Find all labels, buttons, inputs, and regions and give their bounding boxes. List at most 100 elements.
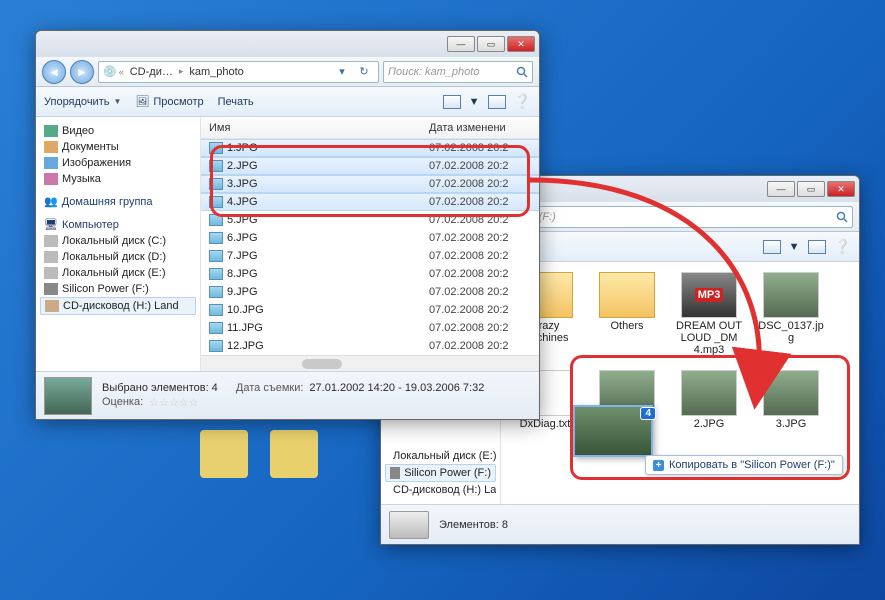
file-date: 07.02.2008 20:2 bbox=[429, 268, 539, 280]
scrollbar-horizontal[interactable] bbox=[201, 355, 539, 371]
organize-button[interactable]: Упорядочить▼ bbox=[44, 96, 121, 108]
file-row[interactable]: 8.JPG07.02.2008 20:2 bbox=[201, 265, 539, 283]
file-row[interactable]: 5.JPG07.02.2008 20:2 bbox=[201, 211, 539, 229]
dropdown-icon[interactable]: ▾ bbox=[332, 62, 352, 82]
breadcrumb-item[interactable]: kam_photo bbox=[185, 66, 247, 78]
maximize-button[interactable]: ▭ bbox=[477, 36, 505, 52]
file-row[interactable]: 10.JPG07.02.2008 20:2 bbox=[201, 301, 539, 319]
close-button[interactable]: ✕ bbox=[827, 181, 855, 197]
file-date: 07.02.2008 20:2 bbox=[429, 142, 539, 154]
search-input[interactable]: Поиск: kam_photo bbox=[383, 61, 533, 83]
image-icon bbox=[209, 142, 223, 154]
file-row[interactable]: 3.JPG07.02.2008 20:2 bbox=[201, 175, 539, 193]
status-bar: Выбрано элементов: 4 Дата съемки: 27.01.… bbox=[36, 371, 539, 419]
file-item[interactable]: MP3DREAM OUT LOUD _DM 4.mp3 bbox=[675, 272, 743, 356]
help-icon[interactable]: ❔ bbox=[514, 93, 531, 110]
file-name: 4.JPG bbox=[227, 196, 258, 208]
column-headers[interactable]: Имя Дата изменени bbox=[201, 117, 539, 139]
preview-pane-button[interactable] bbox=[488, 95, 506, 109]
sidebar-item-drive-e[interactable]: Локальный диск (E:) bbox=[40, 265, 196, 281]
disc-icon: 💿 bbox=[103, 65, 117, 78]
maximize-button[interactable]: ▭ bbox=[797, 181, 825, 197]
file-date: 07.02.2008 20:2 bbox=[429, 196, 539, 208]
sidebar-item-docs[interactable]: Документы bbox=[40, 139, 196, 155]
minimize-button[interactable]: — bbox=[447, 36, 475, 52]
scroll-thumb[interactable] bbox=[302, 359, 342, 369]
sidebar-item-drive-d[interactable]: Локальный диск (D:) bbox=[40, 249, 196, 265]
print-button[interactable]: Печать bbox=[218, 96, 254, 108]
column-name[interactable]: Имя bbox=[201, 122, 429, 134]
file-thumbnail: MP3 bbox=[681, 272, 737, 318]
file-row[interactable]: 4.JPG 07.02.2008 20:2 bbox=[201, 193, 539, 211]
file-name: Others bbox=[610, 320, 643, 332]
file-row[interactable]: 12.JPG07.02.2008 20:2 bbox=[201, 337, 539, 355]
desktop-icon[interactable] bbox=[270, 430, 318, 478]
file-date: 07.02.2008 20:2 bbox=[429, 286, 539, 298]
minimize-button[interactable]: — bbox=[767, 181, 795, 197]
sidebar-item-usb[interactable]: Silicon Power (F:) bbox=[385, 464, 496, 482]
sidebar-item-video[interactable]: Видео bbox=[40, 123, 196, 139]
file-name: 12.JPG bbox=[227, 340, 264, 352]
sidebar-item-music[interactable]: Музыка bbox=[40, 171, 196, 187]
navigation-pane[interactable]: Видео Документы Изображения Музыка 👥Дома… bbox=[36, 117, 201, 371]
file-item[interactable]: 3.JPG bbox=[757, 370, 825, 430]
image-icon bbox=[209, 178, 223, 190]
file-date: 07.02.2008 20:2 bbox=[429, 322, 539, 334]
help-icon[interactable]: ❔ bbox=[834, 238, 851, 255]
preview-icon: 🖼 bbox=[135, 95, 149, 108]
sidebar-item-usb[interactable]: Silicon Power (F:) bbox=[40, 281, 196, 297]
file-name: 9.JPG bbox=[227, 286, 258, 298]
sidebar-item-cd[interactable]: CD-дисковод (H:) Land bbox=[385, 482, 496, 498]
sidebar-group-computer[interactable]: 🖥Компьютер bbox=[40, 216, 196, 233]
file-item[interactable]: Others bbox=[593, 272, 661, 356]
breadcrumb[interactable]: 💿 « CD-ди… ▸ kam_photo ▾ ↻ bbox=[98, 61, 379, 83]
image-icon bbox=[209, 250, 223, 262]
file-thumbnail bbox=[763, 272, 819, 318]
column-date[interactable]: Дата изменени bbox=[429, 122, 539, 134]
view-button[interactable] bbox=[763, 240, 781, 254]
file-row[interactable]: 11.JPG07.02.2008 20:2 bbox=[201, 319, 539, 337]
titlebar[interactable]: — ▭ ✕ bbox=[36, 31, 539, 57]
file-thumbnail bbox=[599, 272, 655, 318]
file-item[interactable]: DSC_0137.jpg bbox=[757, 272, 825, 356]
file-row[interactable]: 7.JPG07.02.2008 20:2 bbox=[201, 247, 539, 265]
view-button[interactable] bbox=[443, 95, 461, 109]
drop-tooltip: + Копировать в "Silicon Power (F:)" bbox=[645, 455, 843, 475]
preview-pane-button[interactable] bbox=[808, 240, 826, 254]
close-button[interactable]: ✕ bbox=[507, 36, 535, 52]
preview-button[interactable]: 🖼Просмотр bbox=[135, 95, 203, 108]
file-row[interactable]: 6.JPG07.02.2008 20:2 bbox=[201, 229, 539, 247]
image-icon bbox=[209, 196, 223, 208]
drive-icon bbox=[389, 511, 429, 539]
breadcrumb-item[interactable]: CD-ди… bbox=[126, 66, 177, 78]
search-icon bbox=[836, 211, 848, 223]
forward-button[interactable]: ► bbox=[70, 60, 94, 84]
file-list[interactable]: Имя Дата изменени 1.JPG07.02.2008 20:22.… bbox=[201, 117, 539, 371]
search-icon bbox=[516, 66, 528, 78]
file-name: 6.JPG bbox=[227, 232, 258, 244]
file-item[interactable]: 2.JPG bbox=[675, 370, 743, 430]
image-icon bbox=[209, 160, 223, 172]
file-row[interactable]: 2.JPG07.02.2008 20:2 bbox=[201, 157, 539, 175]
image-icon bbox=[209, 340, 223, 352]
file-row[interactable]: 9.JPG 07.02.2008 20:2 bbox=[201, 283, 539, 301]
rating-stars[interactable]: ☆☆☆☆☆ bbox=[149, 396, 198, 409]
image-icon bbox=[209, 322, 223, 334]
sidebar-item-drive-e[interactable]: Локальный диск (E:) bbox=[385, 448, 496, 464]
file-name: 10.JPG bbox=[227, 304, 264, 316]
file-name: DSC_0137.jpg bbox=[757, 320, 825, 344]
desktop-icon[interactable] bbox=[200, 430, 248, 478]
refresh-icon[interactable]: ↻ bbox=[354, 62, 374, 82]
back-button[interactable]: ◄ bbox=[42, 60, 66, 84]
file-row[interactable]: 1.JPG07.02.2008 20:2 bbox=[201, 139, 539, 157]
image-icon bbox=[209, 232, 223, 244]
sidebar-item-cd[interactable]: CD-дисковод (H:) Land bbox=[40, 297, 196, 315]
item-count: Элементов: 8 bbox=[439, 519, 508, 531]
sidebar-item-images[interactable]: Изображения bbox=[40, 155, 196, 171]
sidebar-group-homegroup[interactable]: 👥Домашняя группа bbox=[40, 193, 196, 210]
homegroup-icon: 👥 bbox=[44, 195, 58, 208]
file-name: 3.JPG bbox=[776, 418, 807, 430]
plus-icon: + bbox=[653, 460, 664, 471]
file-date: 07.02.2008 20:2 bbox=[429, 178, 539, 190]
sidebar-item-drive-c[interactable]: Локальный диск (C:) bbox=[40, 233, 196, 249]
